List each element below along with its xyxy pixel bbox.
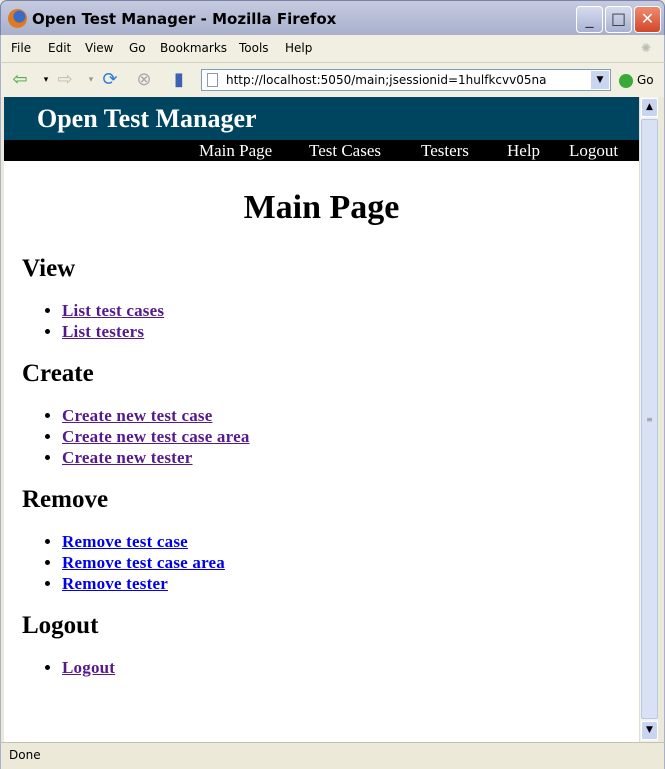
nav-logout[interactable]: Logout [569, 141, 618, 161]
link-list-test-cases[interactable]: List test cases [62, 301, 164, 320]
link-create-new-tester[interactable]: Create new tester [62, 448, 193, 467]
nav-testers[interactable]: Testers [421, 141, 469, 161]
nav-test-cases[interactable]: Test Cases [309, 141, 381, 161]
list-item: Remove test case area [62, 552, 639, 573]
link-create-new-test-case[interactable]: Create new test case [62, 406, 212, 425]
scroll-down-icon[interactable]: ▼ [641, 721, 658, 740]
list-item: Logout [62, 657, 639, 678]
nav-help[interactable]: Help [507, 141, 540, 161]
menu-help[interactable]: Help [285, 41, 312, 55]
page-title: Main Page [243, 189, 400, 226]
section-heading: View [22, 255, 76, 282]
link-remove-tester[interactable]: Remove tester [62, 574, 168, 593]
scroll-up-icon[interactable]: ▲ [641, 98, 658, 117]
sections: View List test cases List testers Create Cre… [4, 254, 639, 678]
close-button[interactable]: ✕ [634, 6, 661, 33]
menu-bar: File Edit View Go Bookmarks Tools Help ✺ [0, 35, 665, 62]
url-text: http://localhost:5050/main;jsessionid=1h… [226, 73, 547, 87]
menu-view[interactable]: View [85, 41, 113, 55]
go-button[interactable]: Go [619, 73, 654, 88]
page-icon [207, 73, 218, 87]
throbber-icon: ✺ [641, 41, 652, 55]
window-title: Open Test Manager - Mozilla Firefox [32, 10, 337, 28]
list-item: Remove test case [62, 531, 639, 552]
link-remove-test-case-area[interactable]: Remove test case area [62, 553, 225, 572]
nav-main-page[interactable]: Main Page [199, 141, 272, 161]
site-header: Open Test Manager [4, 97, 639, 140]
url-bar[interactable]: http://localhost:5050/main;jsessionid=1h… [201, 69, 611, 91]
firefox-icon [8, 9, 27, 28]
list-item: Create new tester [62, 447, 639, 468]
menu-edit[interactable]: Edit [48, 41, 71, 55]
list-item: Create new test case area [62, 426, 639, 447]
frame [658, 97, 665, 742]
menu-file[interactable]: File [11, 41, 31, 55]
scroll-thumb[interactable]: ≡ [641, 119, 658, 719]
reload-icon[interactable]: ⟳ [99, 69, 121, 91]
list-item: List test cases [62, 300, 639, 321]
minimize-button[interactable]: _ [576, 6, 603, 33]
section-heading: Logout [22, 612, 99, 639]
link-list: Logout [62, 657, 639, 678]
forward-icon[interactable]: ⇨ [54, 69, 76, 91]
link-logout[interactable]: Logout [62, 658, 115, 677]
status-bar: Done [0, 742, 665, 769]
page-content: Open Test Manager Main Page Test Cases T… [4, 97, 639, 742]
link-list: List test cases List testers [62, 300, 639, 342]
menu-tools[interactable]: Tools [239, 41, 269, 55]
status-text: Done [9, 748, 41, 762]
list-item: List testers [62, 321, 639, 342]
list-item: Create new test case [62, 405, 639, 426]
go-label: Go [637, 73, 654, 87]
section-heading: Remove [22, 486, 109, 513]
link-list-testers[interactable]: List testers [62, 322, 144, 341]
list-item: Remove tester [62, 573, 639, 594]
navigation-toolbar: ⇦ ▾ ⇨ ▾ ⟳ ⊗ ▮ http://localhost:5050/main… [0, 62, 665, 97]
menu-go[interactable]: Go [129, 41, 146, 55]
link-remove-test-case[interactable]: Remove test case [62, 532, 188, 551]
title-bar: Open Test Manager - Mozilla Firefox _ □ … [0, 0, 665, 35]
menu-bookmarks[interactable]: Bookmarks [160, 41, 227, 55]
link-list: Remove test case Remove test case area Rem… [62, 531, 639, 594]
back-icon[interactable]: ⇦ [9, 69, 31, 91]
bookmarks-icon[interactable]: ▮ [168, 69, 190, 91]
vertical-scrollbar[interactable]: ▲ ≡ ▼ [639, 97, 658, 742]
maximize-button[interactable]: □ [605, 6, 632, 33]
go-icon [619, 73, 633, 88]
url-dropdown-icon[interactable]: ▼ [591, 71, 609, 89]
link-create-new-test-case-area[interactable]: Create new test case area [62, 427, 250, 446]
link-list: Create new test case Create new test case… [62, 405, 639, 468]
section-heading: Create [22, 360, 94, 387]
stop-icon[interactable]: ⊗ [133, 69, 155, 91]
site-nav: Main Page Test Cases Testers Help Logout [4, 140, 639, 161]
